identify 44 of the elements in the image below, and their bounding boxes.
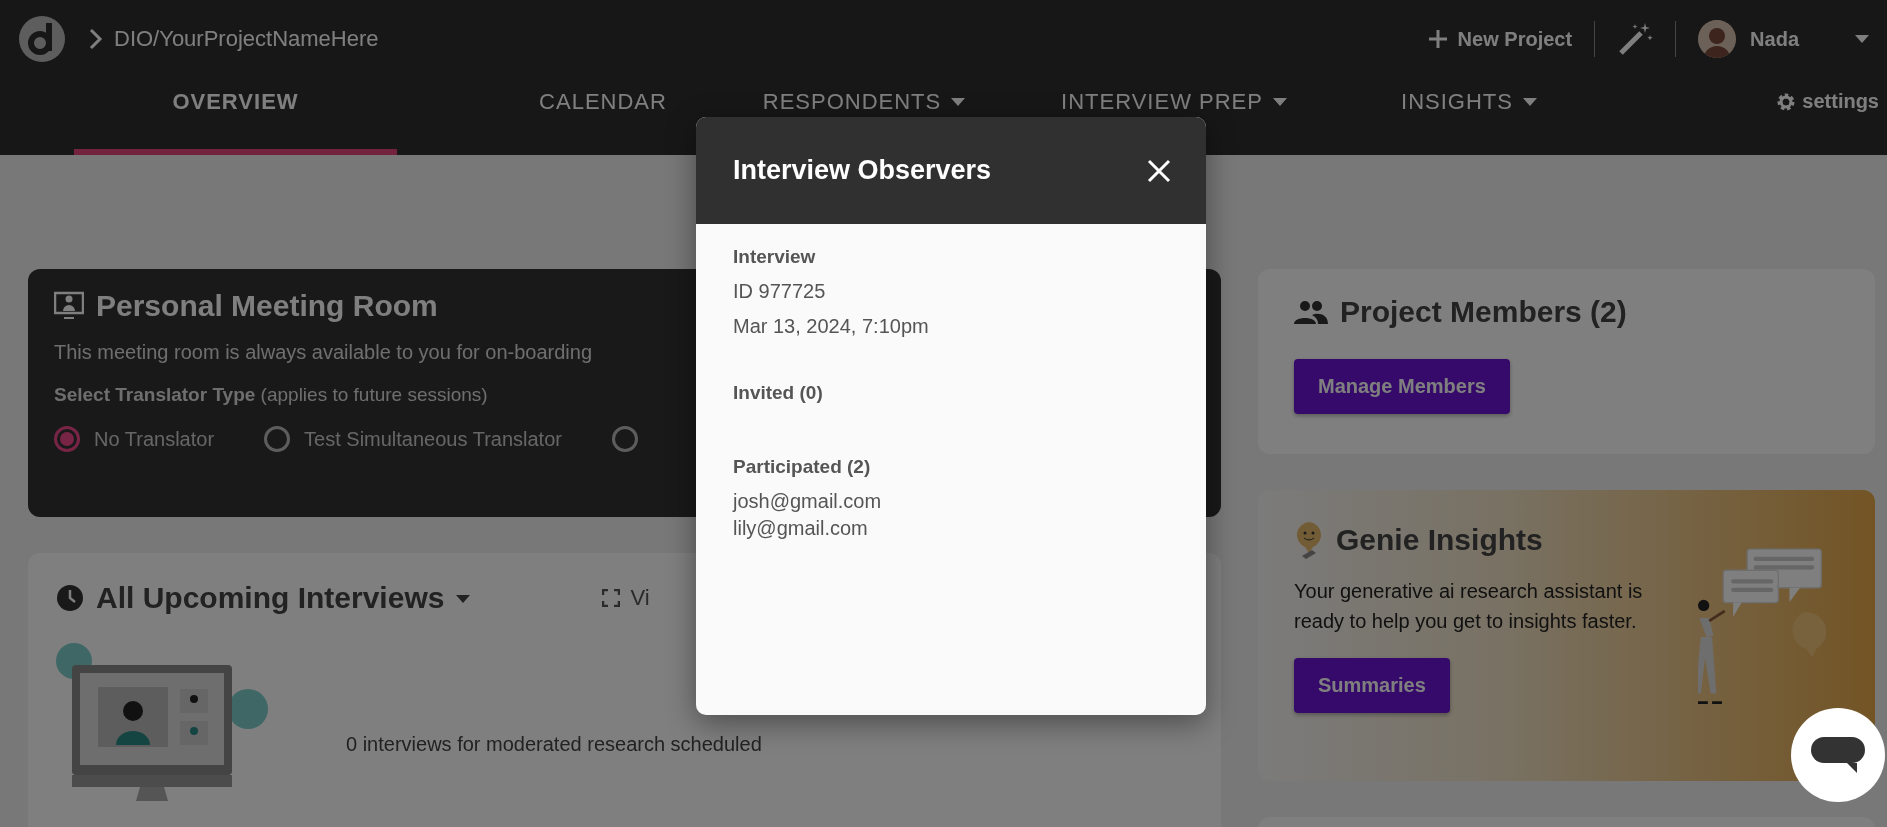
card-title: Genie Insights (1336, 523, 1543, 557)
new-project-button[interactable]: New Project (1427, 27, 1573, 51)
section-heading: Participated (2) (733, 456, 872, 478)
nav-tab[interactable]: CALENDAR (487, 78, 719, 155)
nav-tab[interactable]: INTERVIEW PREP (1009, 78, 1339, 155)
avatar-icon[interactable] (1698, 20, 1737, 58)
summaries-button[interactable]: Summaries (1294, 658, 1450, 713)
genie-icon (1294, 520, 1324, 560)
card-description: This meeting room is always available to you for on-boarding (54, 341, 594, 364)
view-link[interactable]: Vi (602, 585, 650, 611)
translator-radio[interactable] (611, 426, 638, 452)
empty-state-text: 0 interviews for moderated research scheduled (346, 732, 762, 756)
close-icon[interactable] (1146, 157, 1172, 184)
caret-icon (1855, 35, 1869, 43)
section-heading: Interview (733, 246, 817, 268)
card-description: Your generative ai research assistant is ready to help you get to insights faster. (1294, 579, 1644, 634)
clock-icon (56, 584, 84, 612)
card-title: Project Members (2) (1340, 295, 1627, 329)
nav-tab[interactable]: OVERVIEW (74, 78, 397, 155)
dialog-title: Interview Observers (733, 155, 992, 186)
translator-radio[interactable]: Test Simultaneous Translator (264, 426, 562, 452)
translator-label: Select Translator Type (applies to future sessions) (54, 384, 488, 406)
nav-tab[interactable]: INSIGHTS (1339, 78, 1599, 155)
manage-members-button[interactable]: Manage Members (1294, 359, 1510, 414)
gear-icon (1776, 91, 1797, 112)
section-heading: Invited (0) (733, 382, 824, 404)
logo-icon[interactable] (18, 15, 66, 63)
presentation-icon (54, 291, 84, 321)
observer-email: josh@gmail.com (733, 490, 883, 513)
chevron-icon (88, 28, 104, 50)
observer-email: lily@gmail.com (733, 517, 869, 540)
nav-tab[interactable]: RESPONDENTS (719, 78, 1009, 155)
project-breadcrumb[interactable]: DIO/YourProjectNameHere (114, 26, 379, 52)
card-title: Personal Meeting Room (96, 289, 438, 323)
caret-icon (456, 595, 471, 603)
interview-date: Mar 13, 2024, 7:10pm (733, 315, 930, 338)
expand-icon (602, 589, 621, 607)
card-title[interactable]: All Upcoming Interviews (96, 581, 445, 615)
plus-icon (1427, 29, 1448, 49)
settings-button[interactable]: settings (1776, 78, 1879, 155)
people-icon (1294, 300, 1328, 324)
user-name[interactable]: Nada (1750, 27, 1799, 51)
interview-id: ID 977725 (733, 280, 827, 303)
translator-radio[interactable]: No Translator (54, 426, 215, 452)
